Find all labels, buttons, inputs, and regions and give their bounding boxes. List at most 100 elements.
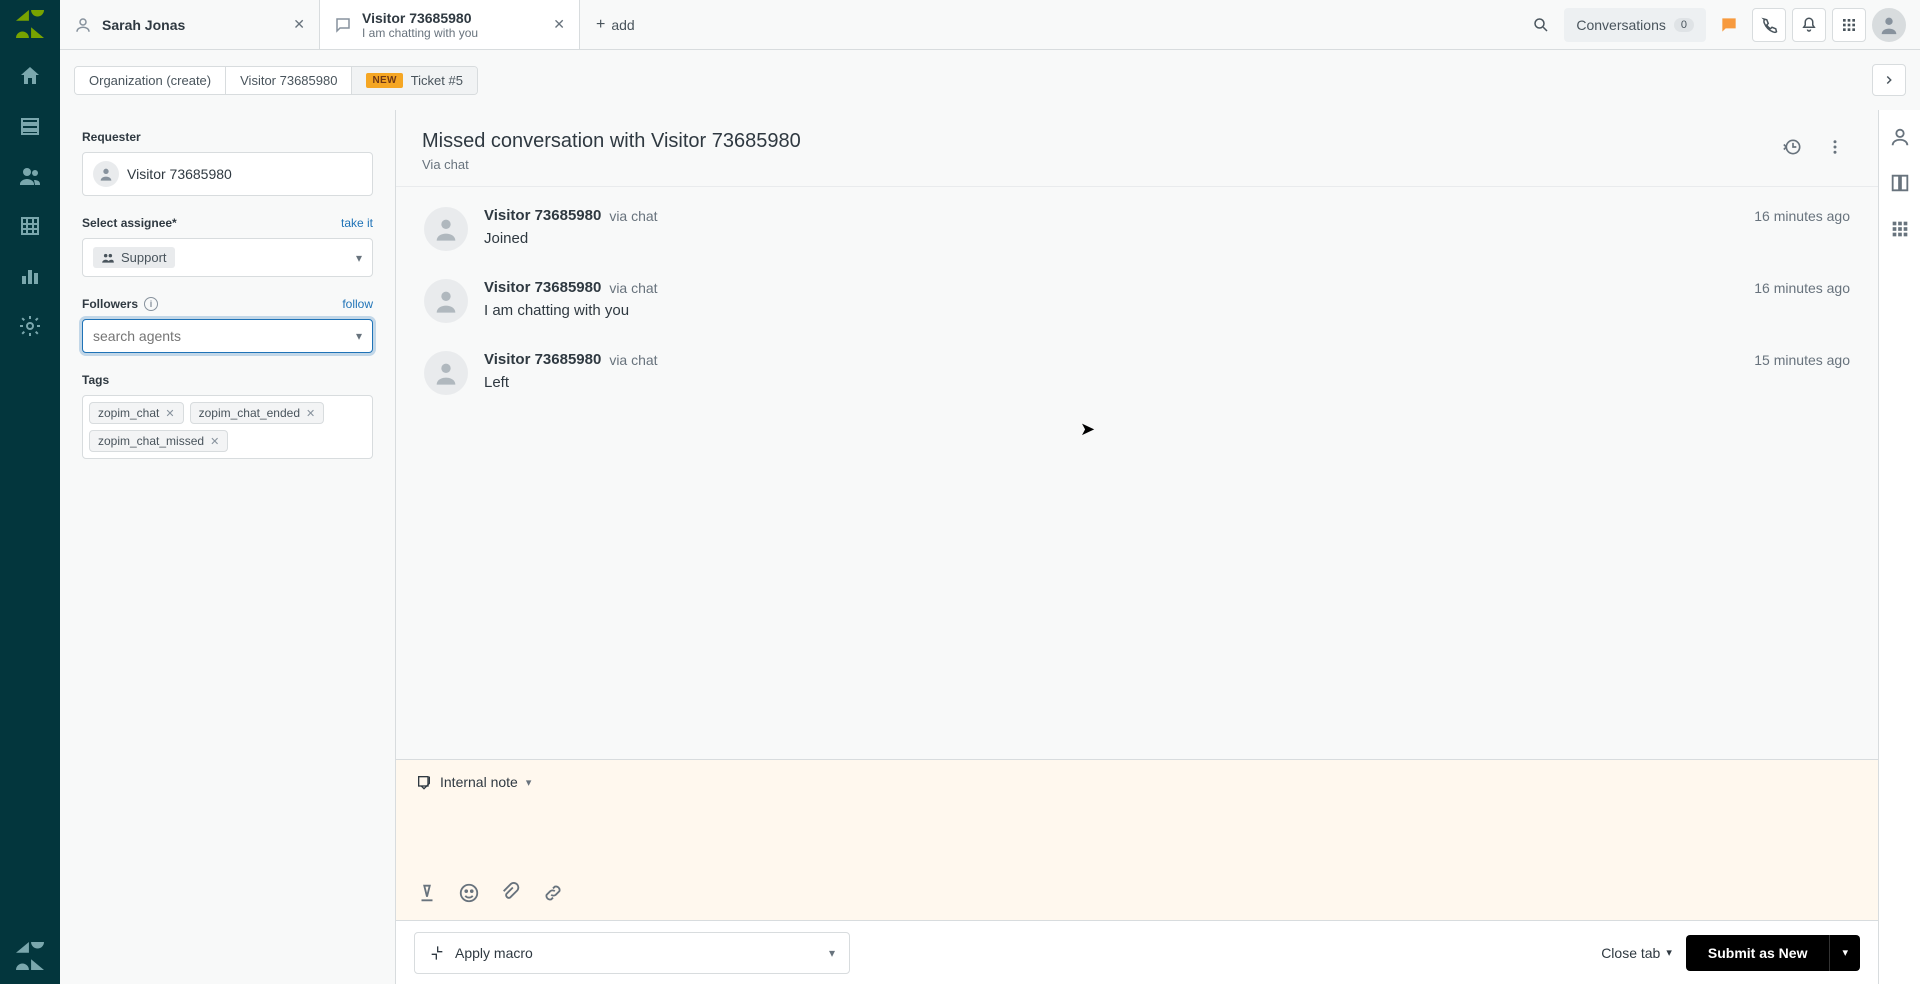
ticket-sidebar: Requester Visitor 73685980 Select assign… [60, 110, 396, 984]
link-icon[interactable] [542, 882, 564, 904]
reply-mode-select[interactable]: Internal note ▾ [396, 760, 1878, 804]
tab-user[interactable]: Sarah Jonas ✕ [60, 0, 320, 49]
remove-tag-icon[interactable]: ✕ [306, 407, 315, 420]
phone-icon[interactable] [1752, 8, 1786, 42]
info-icon: i [144, 297, 158, 311]
message-time: 16 minutes ago [1754, 208, 1850, 224]
close-tab-label: Close tab [1601, 945, 1660, 961]
message-text: I am chatting with you [484, 302, 1850, 319]
follow-link[interactable]: follow [342, 297, 373, 311]
message: Visitor 73685980 via chat 16 minutes ago… [424, 207, 1850, 251]
more-actions-icon[interactable] [1818, 130, 1852, 164]
followers-input[interactable]: ▾ [82, 319, 373, 353]
breadcrumb-org[interactable]: Organization (create) [75, 67, 226, 94]
search-button[interactable] [1524, 8, 1558, 42]
tags-field[interactable]: zopim_chat✕ zopim_chat_ended ✕ zopim_chat… [82, 395, 373, 459]
chevron-down-icon: ▾ [356, 329, 362, 343]
zendesk-logo [16, 10, 44, 38]
tags-label: Tags [82, 373, 373, 387]
breadcrumb-visitor[interactable]: Visitor 73685980 [226, 67, 352, 94]
admin-icon[interactable] [18, 314, 42, 338]
chat-bubble-icon [334, 16, 352, 34]
tag-label: zopim_chat_ended [199, 406, 300, 420]
apps-icon[interactable] [1832, 8, 1866, 42]
next-ticket-button[interactable] [1872, 64, 1906, 96]
close-tab-button[interactable]: Close tab ▾ [1601, 945, 1672, 961]
conversation-pane: Missed conversation with Visitor 7368598… [396, 110, 1878, 984]
tag: zopim_chat_missed ✕ [89, 430, 228, 452]
organizations-icon[interactable] [18, 214, 42, 238]
reporting-icon[interactable] [18, 264, 42, 288]
chevron-down-icon: ▾ [356, 251, 362, 265]
message: Visitor 73685980 via chat 16 minutes ago… [424, 279, 1850, 323]
knowledge-icon[interactable] [1889, 172, 1911, 194]
submit-button[interactable]: Submit as New [1686, 935, 1830, 971]
composer-textarea[interactable] [396, 804, 1878, 874]
chevron-down-icon: ▾ [526, 776, 532, 789]
message-author: Visitor 73685980 [484, 351, 601, 368]
chat-icon[interactable] [1712, 8, 1746, 42]
message-list: Visitor 73685980 via chat 16 minutes ago… [396, 187, 1878, 759]
conversations-button[interactable]: Conversations 0 [1564, 8, 1706, 42]
ticket-label: Ticket #5 [411, 73, 463, 88]
requester-value: Visitor 73685980 [127, 166, 232, 182]
chevron-down-icon: ▾ [1666, 946, 1672, 959]
message-via: via chat [609, 208, 657, 224]
tag: zopim_chat✕ [89, 402, 184, 424]
new-badge: NEW [366, 73, 402, 88]
followers-search[interactable] [93, 328, 348, 344]
tag-label: zopim_chat_missed [98, 434, 204, 448]
close-icon[interactable]: ✕ [553, 16, 565, 33]
attachment-icon[interactable] [500, 882, 522, 904]
breadcrumb-row: Organization (create) Visitor 73685980 N… [60, 50, 1920, 110]
customers-icon[interactable] [18, 164, 42, 188]
apps-panel-icon[interactable] [1889, 218, 1911, 240]
add-tab-button[interactable]: + add [580, 0, 651, 49]
mouse-cursor: ➤ [1080, 419, 1095, 440]
events-icon[interactable] [1776, 130, 1810, 164]
apply-macro-button[interactable]: Apply macro ▾ [414, 932, 850, 974]
message-author: Visitor 73685980 [484, 279, 601, 296]
assignee-select[interactable]: Support ▾ [82, 238, 373, 277]
avatar [424, 207, 468, 251]
assignee-pill: Support [93, 247, 175, 268]
remove-tag-icon[interactable]: ✕ [210, 435, 219, 448]
breadcrumb-ticket[interactable]: NEW Ticket #5 [352, 67, 477, 94]
notifications-icon[interactable] [1792, 8, 1826, 42]
add-tab-label: add [611, 17, 634, 33]
breadcrumb: Organization (create) Visitor 73685980 N… [74, 66, 478, 95]
requester-label: Requester [82, 130, 373, 144]
assignee-value: Support [121, 250, 167, 265]
ticket-channel: Via chat [422, 157, 801, 172]
reply-mode-label: Internal note [440, 774, 518, 790]
ticket-title: Missed conversation with Visitor 7368598… [422, 130, 801, 153]
text-format-icon[interactable] [416, 882, 438, 904]
user-context-icon[interactable] [1889, 126, 1911, 148]
tag: zopim_chat_ended ✕ [190, 402, 325, 424]
profile-avatar[interactable] [1872, 8, 1906, 42]
tab-title: Sarah Jonas [102, 17, 185, 33]
tab-ticket[interactable]: Visitor 73685980 I am chatting with you … [320, 0, 580, 49]
left-nav-rail [0, 0, 60, 984]
ticket-footer: Apply macro ▾ Close tab ▾ Submit as New … [396, 920, 1878, 984]
tabs-bar: Sarah Jonas ✕ Visitor 73685980 I am chat… [60, 0, 1920, 50]
avatar [424, 351, 468, 395]
close-icon[interactable]: ✕ [293, 16, 305, 33]
views-icon[interactable] [18, 114, 42, 138]
chevron-down-icon: ▾ [829, 946, 835, 960]
emoji-icon[interactable] [458, 882, 480, 904]
message-via: via chat [609, 280, 657, 296]
composer: Internal note ▾ [396, 759, 1878, 920]
submit-dropdown[interactable]: ▾ [1829, 935, 1860, 971]
message-text: Joined [484, 230, 1850, 247]
message-author: Visitor 73685980 [484, 207, 601, 224]
followers-label: Followers i [82, 297, 158, 311]
user-icon [93, 161, 119, 187]
assignee-label: Select assignee* [82, 216, 177, 230]
tab-title: Visitor 73685980 [362, 10, 478, 26]
take-it-link[interactable]: take it [341, 216, 373, 230]
conversations-label: Conversations [1576, 17, 1666, 33]
home-icon[interactable] [18, 64, 42, 88]
remove-tag-icon[interactable]: ✕ [165, 407, 174, 420]
requester-field[interactable]: Visitor 73685980 [82, 152, 373, 196]
